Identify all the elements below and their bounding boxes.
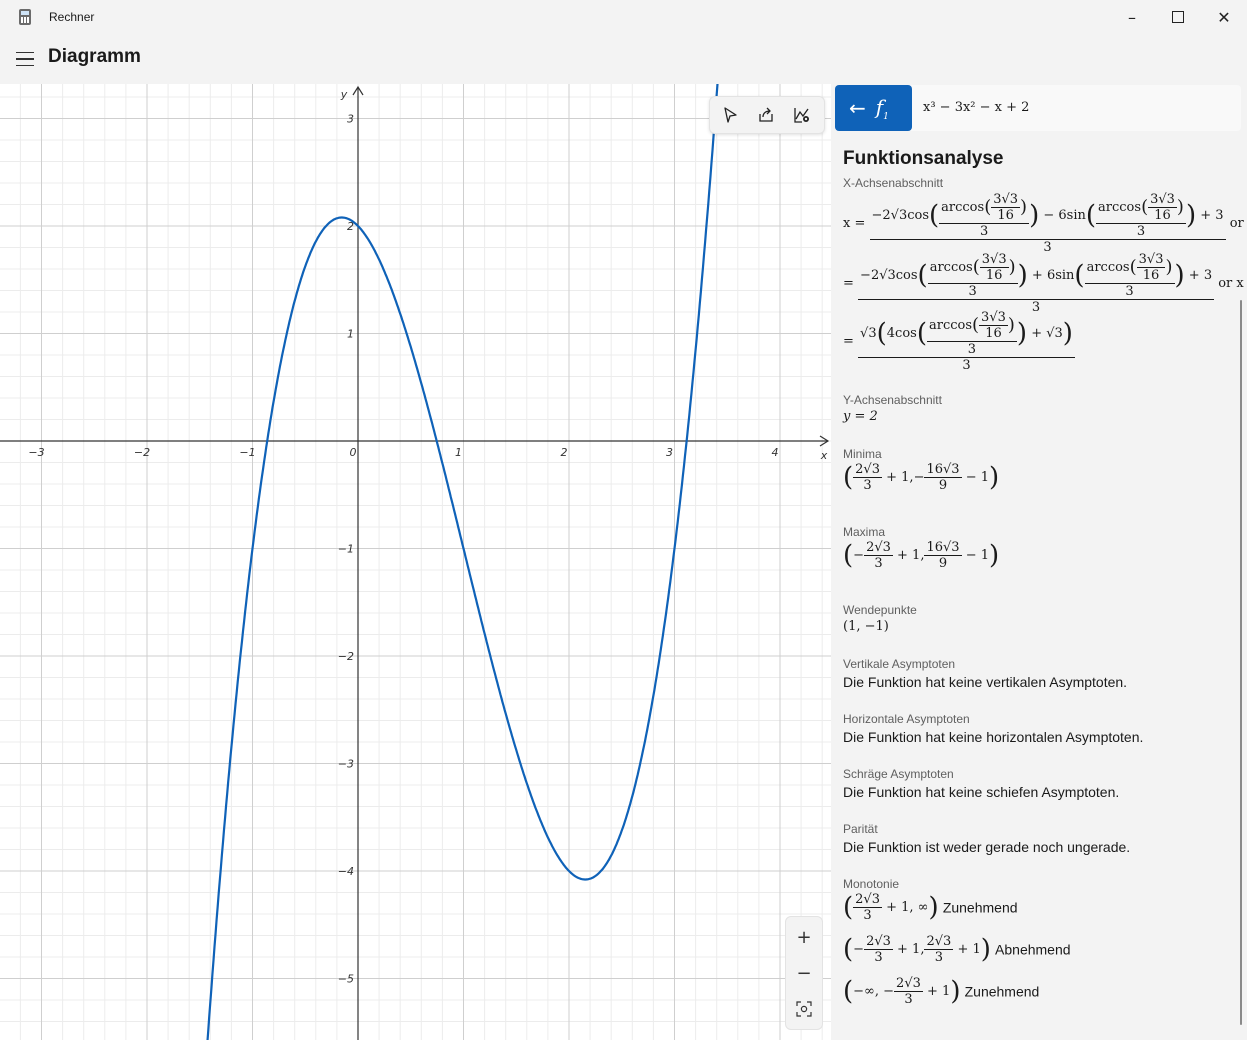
monotony-row-3: (−∞, −2√3 3 + 1) Zunehmend bbox=[843, 976, 1040, 1007]
zoom-in-button[interactable]: + bbox=[786, 919, 822, 955]
analysis-title: Funktionsanalyse bbox=[843, 148, 1004, 169]
y-tick-label: −1 bbox=[338, 543, 354, 556]
x-tick-label: −2 bbox=[134, 446, 150, 459]
parity-value: Die Funktion ist weder gerade noch unger… bbox=[843, 839, 1131, 855]
minimize-button[interactable]: – bbox=[1109, 0, 1155, 34]
x-intercept-label: X-Achsenabschnitt bbox=[843, 176, 944, 190]
monotony-label: Monotonie bbox=[843, 877, 900, 891]
cursor-icon bbox=[724, 107, 737, 123]
share-icon bbox=[759, 107, 773, 122]
x-tick-label: 1 bbox=[455, 446, 462, 459]
y-tick-label: −2 bbox=[338, 650, 354, 663]
vertical-asymptotes-value: Die Funktion hat keine vertikalen Asympt… bbox=[843, 674, 1128, 690]
minima-value: (2√3 3 + 1,− 16√3 9 − 1) bbox=[843, 462, 1000, 493]
graph-settings-icon bbox=[794, 108, 809, 123]
reset-view-icon bbox=[796, 1001, 812, 1017]
x-intercept-row-3: = √3(4cos(arccos(3√3 16) 3) + √3) 3 bbox=[843, 310, 1075, 373]
panel-scrollbar[interactable] bbox=[1240, 300, 1242, 1025]
analysis-panel: ← f1 x³ − 3x² − x + 2 Funktionsanalyse X… bbox=[831, 84, 1247, 1040]
maxima-label: Maxima bbox=[843, 525, 886, 539]
back-arrow-icon: ← bbox=[849, 96, 866, 120]
title-bar: Rechner – ✕ bbox=[0, 0, 1247, 34]
inflection-value: (1, −1) bbox=[843, 619, 889, 634]
function-name: f1 bbox=[875, 94, 889, 122]
zoom-controls: + − bbox=[785, 916, 823, 1030]
y-axis-label: y bbox=[340, 88, 348, 101]
function-curve bbox=[206, 84, 719, 1040]
monotony-row-1: (2√3 3 + 1, ∞) Zunehmend bbox=[843, 892, 1018, 923]
close-button[interactable]: ✕ bbox=[1201, 0, 1247, 34]
horizontal-asymptotes-label: Horizontale Asymptoten bbox=[843, 712, 970, 726]
share-button[interactable] bbox=[752, 101, 780, 129]
y-tick-label: −3 bbox=[338, 758, 354, 771]
page-title: Diagramm bbox=[48, 46, 141, 67]
maximize-button[interactable] bbox=[1155, 0, 1201, 34]
function-expression: x³ − 3x² − x + 2 bbox=[923, 100, 1030, 115]
app-header: Diagramm bbox=[0, 34, 1247, 84]
window-title: Rechner bbox=[49, 10, 95, 24]
parity-label: Parität bbox=[843, 822, 878, 836]
graph-canvas[interactable]: −3 −2 −1 0 1 2 3 4 3 2 1 −1 −2 −3 −4 −5 x y + − bbox=[0, 84, 831, 1040]
graph-settings-button[interactable] bbox=[788, 101, 816, 129]
inflection-label: Wendepunkte bbox=[843, 603, 917, 617]
y-tick-label: 3 bbox=[347, 113, 354, 126]
x-tick-label: 3 bbox=[666, 446, 673, 459]
x-tick-label: 4 bbox=[772, 446, 779, 459]
x-intercept-row-1: x = −2√3cos(arccos(3√3 16) 3) − 6sin(arcco… bbox=[843, 192, 1247, 255]
x-tick-label: 0 bbox=[350, 446, 357, 459]
calculator-icon bbox=[19, 9, 31, 25]
function-plot[interactable]: −3 −2 −1 0 1 2 3 4321−1−2−3−4−5xy bbox=[0, 84, 831, 1040]
x-tick-label: −3 bbox=[28, 446, 44, 459]
x-intercept-row-2: = −2√3cos(arccos(3√3 16) 3) + 6sin(arccos(… bbox=[843, 252, 1244, 315]
x-tick-label: −1 bbox=[239, 446, 255, 459]
y-tick-label: −5 bbox=[338, 973, 354, 986]
reset-view-button[interactable] bbox=[786, 991, 822, 1027]
y-tick-label: 1 bbox=[347, 328, 354, 341]
function-bar: ← f1 x³ − 3x² − x + 2 bbox=[835, 85, 1241, 131]
minima-label: Minima bbox=[843, 447, 882, 461]
y-intercept-value: y = 2 bbox=[843, 409, 878, 424]
x-tick-label: 2 bbox=[561, 446, 568, 459]
trace-button[interactable] bbox=[716, 101, 744, 129]
hamburger-menu-icon[interactable] bbox=[16, 52, 34, 66]
maximize-icon bbox=[1172, 11, 1184, 23]
maxima-value: (− 2√3 3 + 1, 16√3 9 − 1) bbox=[843, 540, 1000, 571]
oblique-asymptotes-label: Schräge Asymptoten bbox=[843, 767, 954, 781]
oblique-asymptotes-value: Die Funktion hat keine schiefen Asymptot… bbox=[843, 784, 1120, 800]
vertical-asymptotes-label: Vertikale Asymptoten bbox=[843, 657, 956, 671]
graph-toolbar bbox=[709, 96, 825, 134]
zoom-out-button[interactable]: − bbox=[786, 955, 822, 991]
y-tick-label: −4 bbox=[338, 865, 354, 878]
horizontal-asymptotes-value: Die Funktion hat keine horizontalen Asym… bbox=[843, 729, 1144, 745]
back-to-functions-button[interactable]: ← f1 bbox=[835, 85, 912, 131]
monotony-row-2: (− 2√3 3 + 1, 2√3 3 + 1) Abnehmend bbox=[843, 934, 1071, 965]
y-intercept-label: Y-Achsenabschnitt bbox=[843, 393, 942, 407]
x-axis-label: x bbox=[820, 449, 828, 462]
